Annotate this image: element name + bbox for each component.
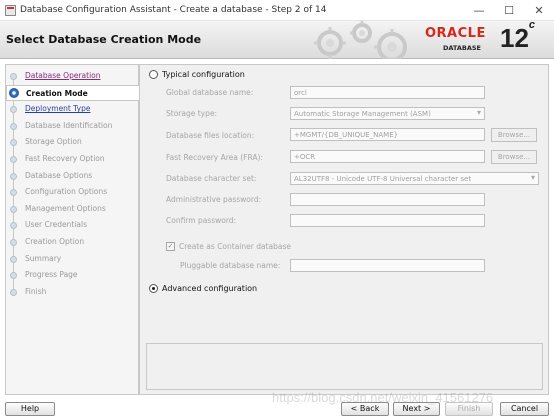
- step-progress-page: Progress Page: [6, 267, 138, 283]
- step-dot-icon: [10, 205, 17, 213]
- db-files-location-label: Database files location:: [166, 131, 255, 140]
- advanced-config-label[interactable]: Advanced configuration: [162, 284, 257, 293]
- step-dot-icon: [10, 255, 17, 263]
- step-dot-icon: [10, 106, 17, 114]
- step-dot-icon: [10, 73, 17, 80]
- watermark: https://blog.csdn.net/weixin_41561276: [272, 390, 494, 405]
- step-dot-icon: [10, 239, 17, 246]
- fra-label: Fast Recovery Area (FRA):: [166, 153, 263, 162]
- step-dot-icon: [10, 139, 17, 147]
- admin-password-field[interactable]: [290, 193, 485, 206]
- step-dot-icon: [10, 189, 17, 197]
- charset-select[interactable]: AL32UTF8 - Unicode UTF-8 Universal chara…: [290, 172, 539, 185]
- step-configuration-options: Configuration Options: [6, 184, 138, 200]
- step-deployment-type[interactable]: Deployment Type: [6, 101, 138, 117]
- step-dot-icon: [10, 122, 17, 130]
- pluggable-db-field[interactable]: [290, 259, 485, 272]
- page-header: Select Database Creation Mode ORACLE DAT…: [0, 19, 554, 59]
- step-user-credentials: User Credentials: [6, 217, 138, 233]
- db-files-browse-button[interactable]: Browse...: [491, 128, 537, 142]
- minimize-icon[interactable]: —: [464, 0, 494, 21]
- version-logo: 12c: [500, 19, 535, 54]
- advanced-config-radio[interactable]: [149, 284, 158, 293]
- step-finish: Finish: [6, 284, 138, 300]
- typical-config-radio[interactable]: [149, 70, 158, 79]
- maximize-icon[interactable]: ☐: [494, 0, 524, 21]
- oracle-logo: ORACLE DATABASE: [425, 26, 495, 54]
- charset-label: Database character set:: [166, 174, 257, 183]
- creation-mode-panel: Typical configuration Global database na…: [139, 64, 549, 395]
- container-db-checkbox[interactable]: ✓: [166, 242, 175, 251]
- title-bar: Database Configuration Assistant - Creat…: [0, 0, 554, 21]
- step-dot-icon: [10, 156, 17, 163]
- close-icon[interactable]: ✕: [524, 0, 554, 21]
- oracle-logo-wordmark: ORACLE: [425, 26, 486, 41]
- step-label: Storage Option: [25, 137, 82, 147]
- oracle-logo-database: DATABASE: [443, 44, 481, 52]
- global-db-name-label: Global database name:: [166, 88, 254, 97]
- step-label: Database Identification: [25, 120, 113, 130]
- cancel-button[interactable]: Cancel: [500, 402, 549, 416]
- step-summary: Summary: [6, 251, 138, 267]
- step-database-options: Database Options: [6, 168, 138, 184]
- step-dot-icon: [10, 288, 17, 296]
- storage-type-select[interactable]: Automatic Storage Management (ASM): [290, 107, 485, 120]
- step-fast-recovery-option: Fast Recovery Option: [6, 151, 138, 167]
- confirm-password-label: Confirm password:: [166, 216, 237, 225]
- fra-browse-button[interactable]: Browse...: [491, 150, 537, 164]
- help-button[interactable]: Help: [5, 402, 55, 416]
- page-title: Select Database Creation Mode: [6, 33, 202, 46]
- confirm-password-field[interactable]: [290, 214, 485, 227]
- step-label: Summary: [25, 253, 62, 263]
- admin-password-label: Administrative password:: [166, 195, 262, 204]
- step-label: Creation Mode: [26, 88, 88, 98]
- messages-panel: [146, 343, 543, 390]
- step-management-options: Management Options: [6, 201, 138, 217]
- app-icon: [5, 5, 16, 16]
- version-suffix: c: [528, 19, 536, 32]
- step-label: Configuration Options: [25, 187, 108, 197]
- step-label: Finish: [25, 286, 47, 296]
- current-step-icon: [9, 87, 19, 98]
- fra-field[interactable]: +OCR: [290, 150, 485, 163]
- step-storage-option: Storage Option: [6, 134, 138, 150]
- typical-config-label[interactable]: Typical configuration: [162, 70, 245, 79]
- step-dot-icon: [10, 272, 17, 280]
- step-creation-option: Creation Option: [6, 234, 138, 250]
- step-dot-icon: [10, 222, 17, 230]
- step-label: Management Options: [25, 203, 106, 213]
- step-label: Fast Recovery Option: [25, 154, 105, 163]
- step-creation-mode[interactable]: Creation Mode: [6, 84, 139, 101]
- step-label: Database Options: [25, 170, 93, 180]
- container-db-label[interactable]: Create as Container database: [179, 242, 291, 251]
- step-label: Progress Page: [25, 270, 78, 280]
- window-title: Database Configuration Assistant - Creat…: [20, 5, 327, 15]
- step-dot-icon: [10, 172, 17, 180]
- step-label: Creation Option: [25, 237, 85, 246]
- storage-type-label: Storage type:: [166, 109, 218, 118]
- step-database-operation[interactable]: Database Operation: [6, 68, 138, 84]
- step-label: Database Operation: [25, 71, 101, 80]
- gears-decoration-icon: [314, 21, 407, 59]
- step-label: User Credentials: [25, 220, 87, 230]
- step-label: Deployment Type: [25, 104, 91, 114]
- steps-sidebar: Database Operation Creation Mode Deploymen…: [5, 64, 139, 395]
- version-number: 12: [500, 23, 529, 53]
- global-db-name-field[interactable]: orcl: [290, 86, 485, 99]
- pluggable-db-label: Pluggable database name:: [180, 261, 281, 270]
- step-database-identification: Database Identification: [6, 118, 138, 134]
- db-files-location-field[interactable]: +MGMT/{DB_UNIQUE_NAME}: [290, 128, 485, 141]
